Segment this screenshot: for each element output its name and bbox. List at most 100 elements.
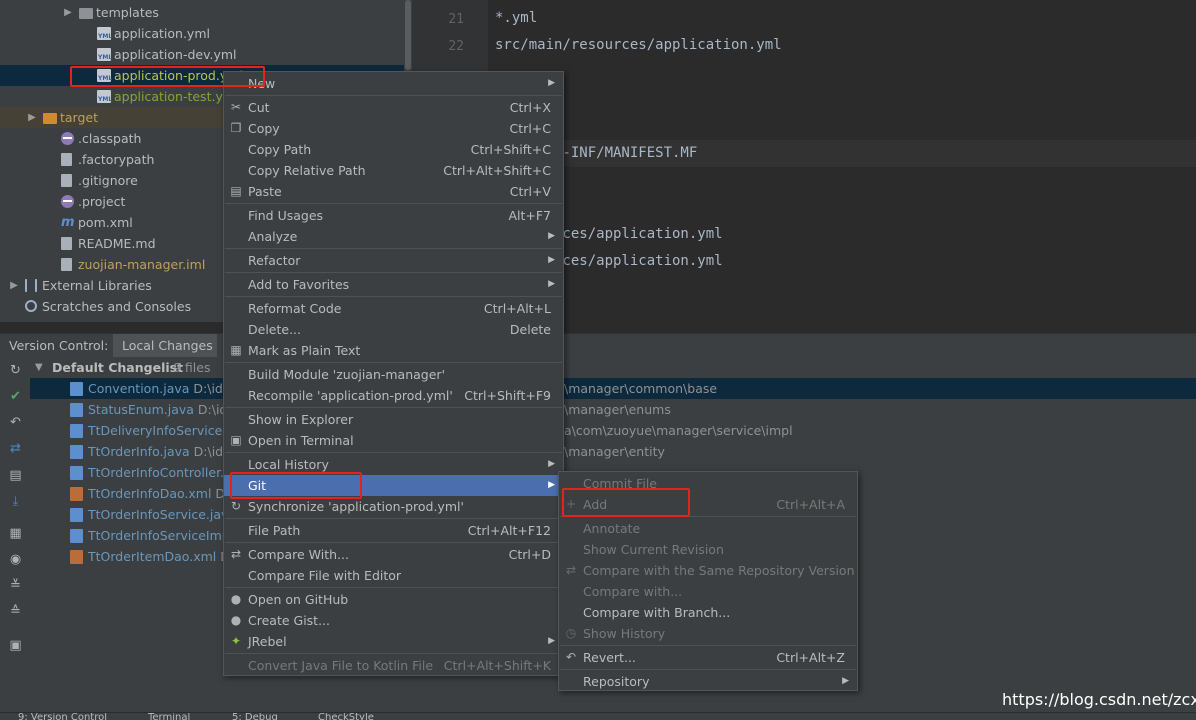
menu-item-copy[interactable]: ❐ Copy Ctrl+C [224, 118, 563, 139]
submenu-arrow-icon: ▶ [548, 231, 555, 241]
menu-item-label: Reformat Code [248, 301, 342, 316]
menu-item-compare-file-with-editor[interactable]: Compare File with Editor [224, 565, 563, 586]
preview-icon[interactable]: ▣ [8, 638, 23, 653]
menu-item-repository[interactable]: Repository ▶ [559, 671, 857, 692]
menu-item-show-in-explorer[interactable]: Show in Explorer [224, 409, 563, 430]
menu-item-label: Add to Favorites [248, 277, 350, 292]
view-icon[interactable]: ◉ [8, 552, 23, 567]
chevron-right-icon[interactable]: ▶ [9, 275, 19, 296]
java-class-icon [70, 508, 83, 522]
line-number: 22 [448, 39, 464, 54]
chevron-down-icon[interactable]: ▼ [35, 357, 43, 378]
menu-item-create-gist[interactable]: ● Create Gist... [224, 610, 563, 631]
rollback-icon[interactable]: ↶ [8, 415, 23, 430]
menu-item-jrebel[interactable]: ✦ JRebel ▶ [224, 631, 563, 652]
tree-item-label: .project [78, 194, 126, 209]
menu-item-label: JRebel [248, 634, 287, 649]
tree-item[interactable]: ▶ templates [0, 2, 404, 23]
changelist-icon[interactable]: ▤ [8, 468, 23, 483]
menu-item-delete[interactable]: Delete... Delete [224, 319, 563, 340]
code-editor[interactable]: *.ymlsrc/main/resources/application.ymla… [488, 0, 1196, 330]
menu-item-recompile-application-prod-yml[interactable]: Recompile 'application-prod.yml' Ctrl+Shi… [224, 385, 563, 406]
folder-icon [79, 8, 93, 19]
menu-item-new[interactable]: New ▶ [224, 73, 563, 94]
bottom-tab[interactable]: CheckStyle [318, 713, 374, 720]
code-line[interactable]: src/main/resources/application.yml [495, 37, 782, 53]
menu-item-open-on-github[interactable]: ● Open on GitHub [224, 589, 563, 610]
file-name-text: Convention.java [88, 381, 190, 396]
menu-separator [225, 452, 562, 453]
tree-item-label: Scratches and Consoles [42, 299, 192, 314]
scrollbar-thumb[interactable] [405, 0, 411, 70]
menu-item-copy-path[interactable]: Copy Path Ctrl+Shift+C [224, 139, 563, 160]
menu-separator [225, 653, 562, 654]
shelve-icon[interactable]: ⤓ [8, 494, 23, 509]
menu-item-label: Delete... [248, 322, 301, 337]
commit-check-icon[interactable]: ✔ [8, 389, 23, 404]
tree-item[interactable]: application-dev.yml [0, 44, 404, 65]
expand-all-icon[interactable]: ≚ [8, 578, 23, 593]
chevron-right-icon[interactable]: ▶ [63, 2, 73, 23]
bottom-tab[interactable]: 5: Debug [232, 713, 278, 720]
changelist-count: 9 files [173, 360, 211, 375]
menu-item-compare-with-branch[interactable]: Compare with Branch... [559, 602, 857, 623]
menu-item-analyze[interactable]: Analyze ▶ [224, 226, 563, 247]
menu-item-refactor[interactable]: Refactor ▶ [224, 250, 563, 271]
refresh-icon[interactable]: ↻ [8, 363, 23, 378]
group-icon[interactable]: ▦ [8, 526, 23, 541]
submenu-arrow-icon: ▶ [548, 255, 555, 265]
menu-item-paste[interactable]: ▤ Paste Ctrl+V [224, 181, 563, 202]
menu-item-synchronize-application-prod-yml[interactable]: ↻ Synchronize 'application-prod.yml' [224, 496, 563, 517]
menu-item-compare-with-the-same-repository-version[interactable]: ⇄ Compare with the Same Repository Versio… [559, 560, 857, 581]
menu-item-copy-relative-path[interactable]: Copy Relative Path Ctrl+Alt+Shift+C [224, 160, 563, 181]
annotation-box-add [562, 488, 690, 517]
watermark: https://blog.csdn.net/zcxbd [1002, 690, 1196, 709]
menu-item-shortcut: Alt+F7 [508, 208, 551, 223]
menu-item-revert[interactable]: ↶ Revert... Ctrl+Alt+Z [559, 647, 857, 668]
file-path-tail: a\com\zuoyue\manager\service\impl [564, 423, 793, 438]
java-class-icon [70, 445, 83, 459]
changed-file-row[interactable]: TtOrderInfo.java D:\ide \manager\entity [30, 441, 1196, 462]
line-number: 20 [404, 0, 464, 3]
menu-item-open-in-terminal[interactable]: ▣ Open in Terminal [224, 430, 563, 451]
menu-separator [225, 587, 562, 588]
tab-local-changes[interactable]: Local Changes [122, 338, 213, 353]
annotation-box-file [70, 66, 265, 87]
collapse-all-icon[interactable]: ≙ [8, 604, 23, 619]
diff-icon[interactable]: ⇄ [8, 441, 23, 456]
menu-item-annotate[interactable]: Annotate [559, 518, 857, 539]
changed-file-row[interactable]: TtDeliveryInfoServiceIm a\com\zuoyue\mana… [30, 420, 1196, 441]
menu-item-compare-with[interactable]: Compare with... [559, 581, 857, 602]
changed-file-name: TtOrderItemDao.xml D [88, 546, 230, 567]
menu-item-cut[interactable]: ✂ Cut Ctrl+X [224, 97, 563, 118]
changed-file-row[interactable]: Convention.java D:\ide \manager\common\ba… [30, 378, 1196, 399]
menu-item-label: Create Gist... [248, 613, 331, 628]
menu-item-mark-as-plain-text[interactable]: ▦ Mark as Plain Text [224, 340, 563, 361]
changed-file-row[interactable]: StatusEnum.java D:\ide \manager\enums [30, 399, 1196, 420]
xml-file-icon [70, 487, 83, 501]
changed-file-name: TtOrderInfoDao.xml D: [88, 483, 229, 504]
bottom-tab[interactable]: 9: Version Control [18, 713, 107, 720]
menu-item-compare-with[interactable]: ⇄ Compare With... Ctrl+D [224, 544, 563, 565]
menu-item-file-path[interactable]: File Path Ctrl+Alt+F12 [224, 520, 563, 541]
menu-item-show-current-revision[interactable]: Show Current Revision [559, 539, 857, 560]
menu-item-reformat-code[interactable]: Reformat Code Ctrl+Alt+L [224, 298, 563, 319]
menu-item-label: Refactor [248, 253, 301, 268]
menu-item-add-to-favorites[interactable]: Add to Favorites ▶ [224, 274, 563, 295]
menu-separator [225, 296, 562, 297]
menu-item-show-history[interactable]: ◷ Show History [559, 623, 857, 644]
file-name-text: TtOrderInfoService.java [88, 507, 237, 522]
chevron-right-icon[interactable]: ▶ [27, 107, 37, 128]
tree-item[interactable]: application.yml [0, 23, 404, 44]
classpath-icon [61, 132, 74, 145]
menu-item-build-module-zuojian-manager[interactable]: Build Module 'zuojian-manager' [224, 364, 563, 385]
code-line[interactable]: *.yml [495, 10, 537, 26]
menu-item-convert-java-file-to-kotlin-file[interactable]: Convert Java File to Kotlin File Ctrl+Alt… [224, 655, 563, 676]
bottom-tab[interactable]: Terminal [148, 713, 190, 720]
menu-item-label: File Path [248, 523, 301, 538]
menu-item-label: Show History [583, 626, 666, 641]
menu-item-find-usages[interactable]: Find Usages Alt+F7 [224, 205, 563, 226]
changelist-header[interactable]: ▼ Default Changelist 9 files [30, 357, 1196, 378]
code-line[interactable]: ent/META-INF/MANIFEST.MF [488, 140, 1196, 167]
version-control-header: Version Control: Local Changes [0, 333, 1196, 358]
